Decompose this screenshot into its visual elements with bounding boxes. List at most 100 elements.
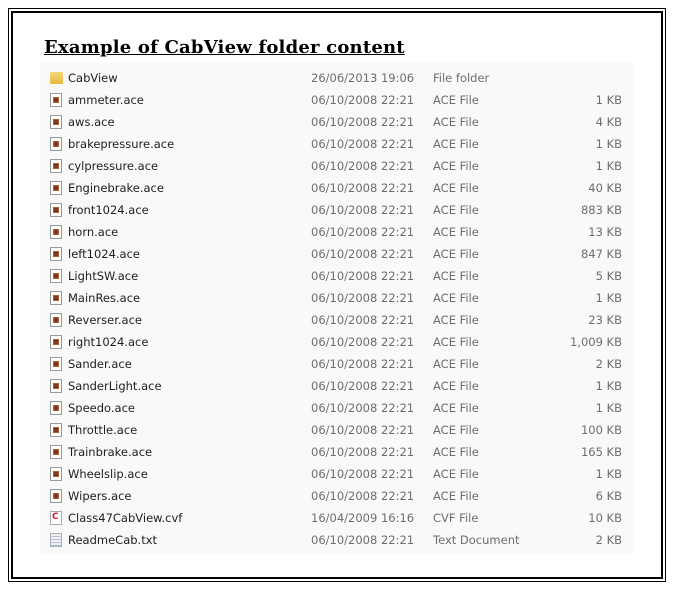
file-name: Trainbrake.ace: [68, 445, 153, 459]
file-row[interactable]: right1024.ace 06/10/2008 22:21 ACE File 1,0…: [40, 331, 634, 353]
file-type: ACE File: [433, 467, 479, 481]
file-date: 06/10/2008 22:21: [311, 335, 415, 349]
file-row[interactable]: Wipers.ace 06/10/2008 22:21 ACE File 6 KB: [40, 485, 634, 507]
file-name: Enginebrake.ace: [68, 181, 164, 195]
file-type: ACE File: [433, 247, 479, 261]
file-type: ACE File: [433, 445, 479, 459]
file-size: 847 KB: [580, 247, 622, 261]
file-row[interactable]: Sander.ace 06/10/2008 22:21 ACE File 2 KB: [40, 353, 634, 375]
file-row[interactable]: Wheelslip.ace 06/10/2008 22:21 ACE File 1 K…: [40, 463, 634, 485]
file-type: ACE File: [433, 159, 479, 173]
file-type: ACE File: [433, 423, 479, 437]
file-row[interactable]: left1024.ace 06/10/2008 22:21 ACE File 847 …: [40, 243, 634, 265]
file-size: 100 KB: [580, 423, 622, 437]
file-type: ACE File: [433, 401, 479, 415]
file-date: 06/10/2008 22:21: [311, 313, 415, 327]
file-row[interactable]: CabView 26/06/2013 19:06 File folder: [40, 67, 634, 89]
ace-file-icon: [50, 335, 62, 349]
ace-file-icon: [50, 313, 62, 327]
file-type: CVF File: [433, 511, 479, 525]
ace-file-icon: [50, 137, 62, 151]
cvf-file-icon: [50, 511, 62, 525]
file-row[interactable]: brakepressure.ace 06/10/2008 22:21 ACE Fil…: [40, 133, 634, 155]
file-type: ACE File: [433, 335, 479, 349]
file-date: 06/10/2008 22:21: [311, 445, 415, 459]
file-size: 1 KB: [595, 467, 622, 481]
file-row[interactable]: LightSW.ace 06/10/2008 22:21 ACE File 5 KB: [40, 265, 634, 287]
ace-file-icon: [50, 93, 62, 107]
file-date: 06/10/2008 22:21: [311, 533, 415, 547]
text-file-icon: [50, 533, 62, 547]
ace-file-icon: [50, 379, 62, 393]
file-type: ACE File: [433, 313, 479, 327]
file-date: 16/04/2009 16:16: [311, 511, 415, 525]
file-type: ACE File: [433, 291, 479, 305]
file-name: right1024.ace: [68, 335, 149, 349]
file-row[interactable]: horn.ace 06/10/2008 22:21 ACE File 13 KB: [40, 221, 634, 243]
file-name: Wheelslip.ace: [68, 467, 148, 481]
file-row[interactable]: front1024.ace 06/10/2008 22:21 ACE File 883…: [40, 199, 634, 221]
file-row[interactable]: ReadmeCab.txt 06/10/2008 22:21 Text Docume…: [40, 529, 634, 551]
ace-file-icon: [50, 357, 62, 371]
file-type: ACE File: [433, 357, 479, 371]
ace-file-icon: [50, 401, 62, 415]
page-title: Example of CabView folder content: [44, 37, 405, 58]
file-date: 06/10/2008 22:21: [311, 291, 415, 305]
file-size: 1 KB: [595, 291, 622, 305]
file-row[interactable]: ammeter.ace 06/10/2008 22:21 ACE File 1 KB: [40, 89, 634, 111]
file-row[interactable]: SanderLight.ace 06/10/2008 22:21 ACE File 1…: [40, 375, 634, 397]
file-size: 13 KB: [588, 225, 622, 239]
file-row[interactable]: Reverser.ace 06/10/2008 22:21 ACE File 23 K…: [40, 309, 634, 331]
file-row[interactable]: Speedo.ace 06/10/2008 22:21 ACE File 1 KB: [40, 397, 634, 419]
file-row[interactable]: MainRes.ace 06/10/2008 22:21 ACE File 1 KB: [40, 287, 634, 309]
file-size: 4 KB: [595, 115, 622, 129]
file-date: 06/10/2008 22:21: [311, 93, 415, 107]
file-date: 06/10/2008 22:21: [311, 247, 415, 261]
file-row[interactable]: aws.ace 06/10/2008 22:21 ACE File 4 KB: [40, 111, 634, 133]
file-size: 6 KB: [595, 489, 622, 503]
ace-file-icon: [50, 181, 62, 195]
ace-file-icon: [50, 291, 62, 305]
file-size: 165 KB: [580, 445, 622, 459]
file-name: horn.ace: [68, 225, 119, 239]
ace-file-icon: [50, 489, 62, 503]
file-type: Text Document: [433, 533, 520, 547]
file-size: 23 KB: [588, 313, 622, 327]
file-date: 06/10/2008 22:21: [311, 357, 415, 371]
file-name: CabView: [68, 71, 118, 85]
file-name: front1024.ace: [68, 203, 149, 217]
file-name: brakepressure.ace: [68, 137, 175, 151]
file-date: 06/10/2008 22:21: [311, 489, 415, 503]
ace-file-icon: [50, 467, 62, 481]
ace-file-icon: [50, 247, 62, 261]
ace-file-icon: [50, 225, 62, 239]
file-date: 06/10/2008 22:21: [311, 423, 415, 437]
file-name: left1024.ace: [68, 247, 140, 261]
file-name: MainRes.ace: [68, 291, 141, 305]
file-name: Sander.ace: [68, 357, 132, 371]
ace-file-icon: [50, 269, 62, 283]
file-name: LightSW.ace: [68, 269, 139, 283]
file-date: 06/10/2008 22:21: [311, 137, 415, 151]
file-size: 1,009 KB: [569, 335, 622, 349]
file-size: 1 KB: [595, 159, 622, 173]
file-name: Wipers.ace: [68, 489, 132, 503]
file-name: Class47CabView.cvf: [68, 511, 183, 525]
file-name: ammeter.ace: [68, 93, 144, 107]
file-type: File folder: [433, 71, 490, 85]
file-size: 5 KB: [595, 269, 622, 283]
file-list: CabView 26/06/2013 19:06 File folder ammete…: [40, 63, 634, 553]
file-name: Throttle.ace: [68, 423, 138, 437]
file-size: 2 KB: [595, 357, 622, 371]
file-name: cylpressure.ace: [68, 159, 159, 173]
file-row[interactable]: Throttle.ace 06/10/2008 22:21 ACE File 100 …: [40, 419, 634, 441]
file-row[interactable]: Trainbrake.ace 06/10/2008 22:21 ACE File 16…: [40, 441, 634, 463]
file-row[interactable]: cylpressure.ace 06/10/2008 22:21 ACE File 1…: [40, 155, 634, 177]
folder-icon: [50, 72, 63, 84]
file-size: 1 KB: [595, 93, 622, 107]
file-type: ACE File: [433, 269, 479, 283]
file-date: 06/10/2008 22:21: [311, 401, 415, 415]
file-type: ACE File: [433, 203, 479, 217]
file-row[interactable]: Class47CabView.cvf 16/04/2009 16:16 CVF Fi…: [40, 507, 634, 529]
file-row[interactable]: Enginebrake.ace 06/10/2008 22:21 ACE File 4…: [40, 177, 634, 199]
